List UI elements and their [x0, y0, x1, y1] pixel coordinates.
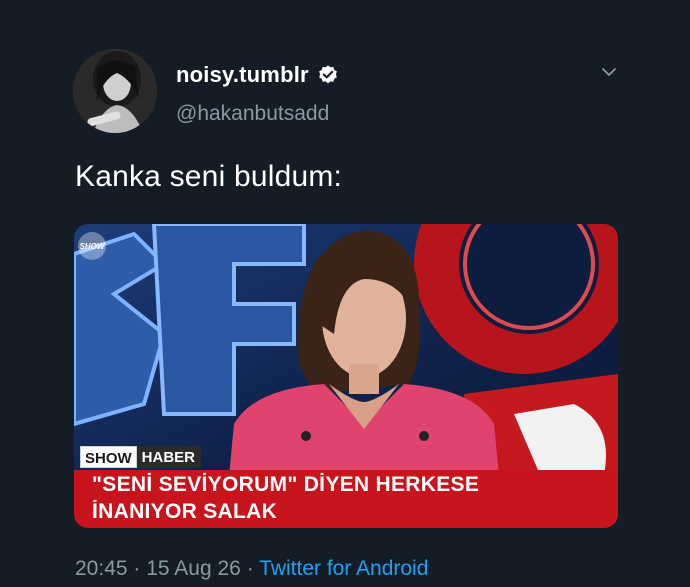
tweet-source-link[interactable]: Twitter for Android [259, 557, 428, 580]
tweet-metadata: 20:45 · 15 Aug 26 · Twitter for Android [75, 557, 428, 581]
tag-show: SHOW [80, 446, 137, 468]
meta-separator: · [133, 557, 141, 580]
lower-third-tag: SHOW HABER [80, 446, 202, 468]
tweet: noisy.tumblr @hakanbutsadd Kanka seni bu… [0, 0, 690, 587]
tweet-text: Kanka seni buldum: [75, 160, 343, 193]
display-name[interactable]: noisy.tumblr [176, 62, 309, 88]
display-name-row: noisy.tumblr [176, 62, 339, 88]
news-lower-third: SHOW HABER "SENİ SEVİYORUM" DİYEN HERKES… [74, 446, 618, 528]
chevron-down-icon[interactable] [600, 63, 618, 81]
avatar-photo [73, 49, 157, 133]
headline-line-1: "SENİ SEVİYORUM" DİYEN HERKESE [92, 473, 480, 496]
meta-separator-2: · [246, 557, 254, 580]
channel-logo: SHOW [78, 232, 106, 260]
user-handle[interactable]: @hakanbutsadd [176, 102, 329, 126]
tweet-date: 15 Aug 26 [146, 557, 241, 580]
headline-line-2: İNANIYOR SALAK [92, 500, 278, 523]
tweet-media-image[interactable]: SHOW SHOW HABER "SENİ SEVİYORUM" DİYEN H… [74, 224, 618, 528]
tag-haber: HABER [136, 446, 202, 468]
tweet-time: 20:45 [75, 557, 128, 580]
avatar[interactable] [73, 49, 157, 133]
verified-badge-icon [318, 65, 337, 84]
